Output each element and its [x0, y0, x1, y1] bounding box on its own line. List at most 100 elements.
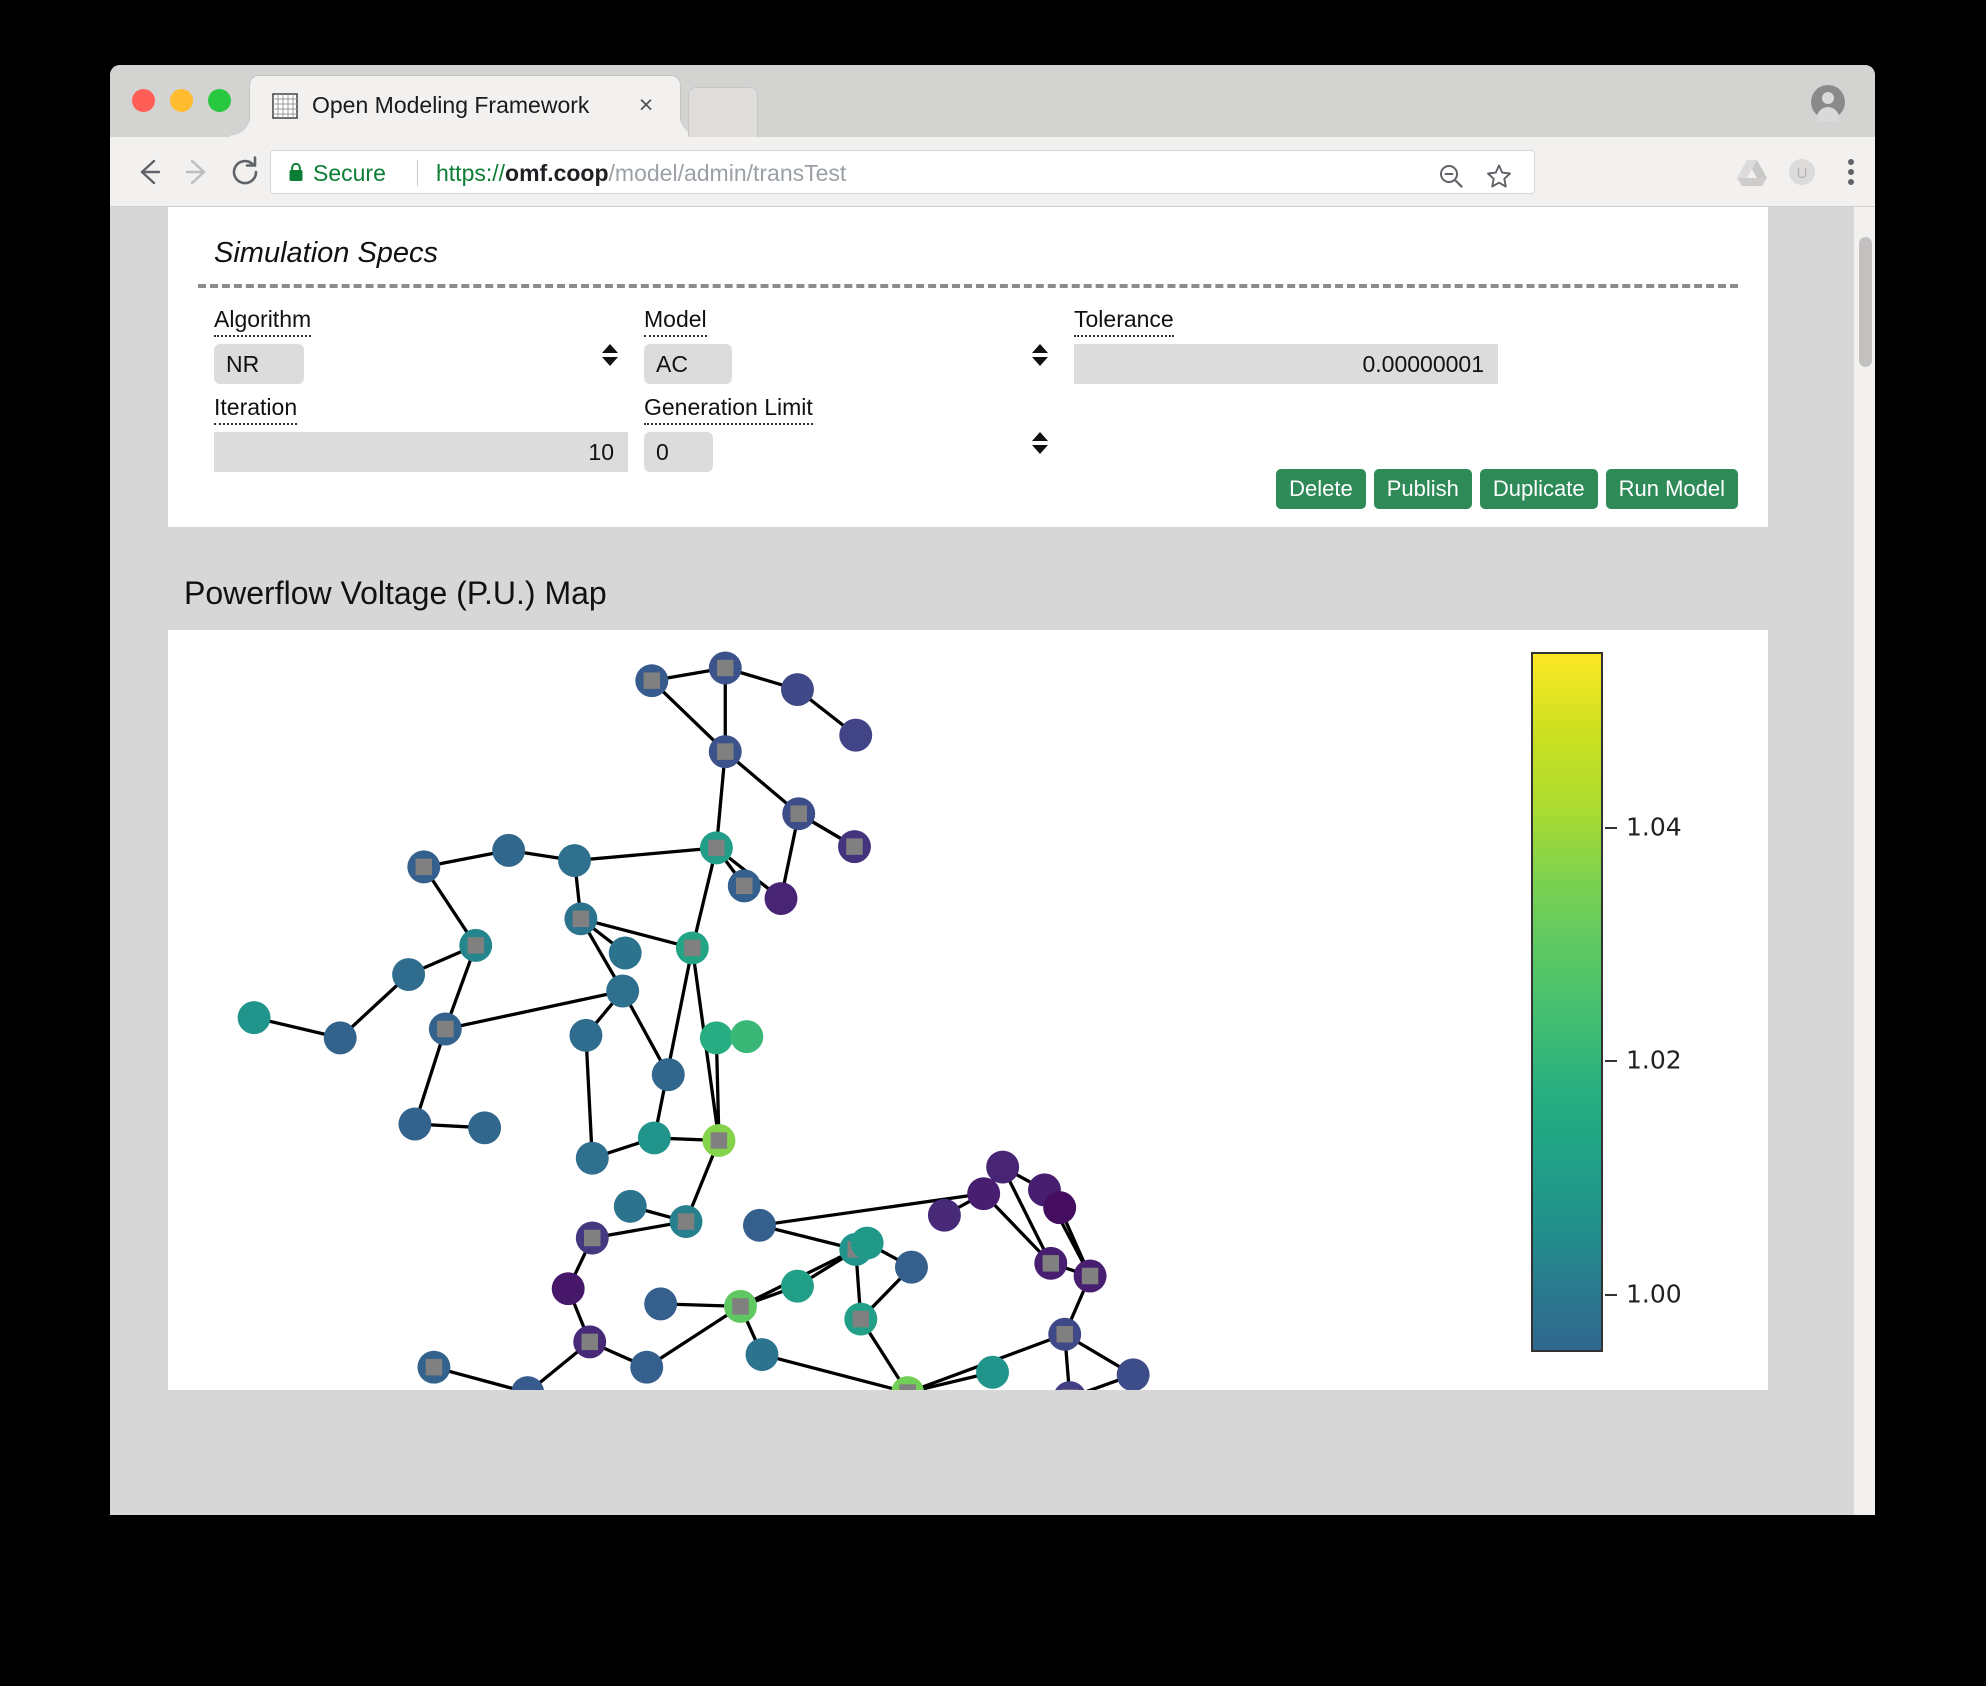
chart-title: Powerflow Voltage (P.U.) Map [184, 575, 607, 611]
u-extension-icon[interactable]: U [1787, 157, 1817, 187]
window-minimize-button[interactable] [170, 89, 193, 112]
graph-node[interactable] [743, 1208, 776, 1242]
graph-node-bus-marker [710, 1132, 728, 1149]
graph-node-bus-marker [852, 1310, 870, 1328]
panel-title: Simulation Specs [214, 237, 439, 269]
graph-node-bus-marker [717, 659, 734, 677]
graph-node[interactable] [511, 1376, 544, 1390]
graph-node[interactable] [781, 673, 814, 706]
browser-tab[interactable]: Open Modeling Framework × [230, 76, 700, 137]
graph-node[interactable] [468, 1111, 502, 1145]
graph-node[interactable] [392, 958, 426, 991]
three-dot-menu-icon[interactable] [1847, 155, 1855, 189]
back-arrow-icon[interactable] [132, 155, 166, 189]
graph-node[interactable] [613, 1189, 647, 1223]
graph-node[interactable] [398, 1107, 432, 1141]
graph-node[interactable] [1043, 1191, 1077, 1225]
model-select[interactable]: AC [644, 344, 732, 384]
delete-button[interactable]: Delete [1276, 469, 1366, 509]
graph-node[interactable] [608, 936, 642, 970]
graph-node[interactable] [492, 833, 526, 867]
vertical-scrollbar[interactable] [1853, 207, 1875, 1515]
window-maximize-button[interactable] [208, 89, 231, 112]
secure-badge-label: Secure [313, 160, 386, 186]
graph-node[interactable] [745, 1338, 779, 1371]
graph-node-bus-marker [732, 1298, 749, 1315]
window-close-button[interactable] [132, 89, 155, 112]
colorbar-tick [1605, 1060, 1617, 1063]
new-tab-button[interactable] [688, 87, 758, 137]
profile-avatar-icon[interactable] [1811, 85, 1845, 121]
graph-node-bus-marker [572, 910, 590, 928]
bookmark-star-icon[interactable] [1486, 163, 1512, 189]
graph-node[interactable] [644, 1287, 678, 1321]
graph-node[interactable] [558, 844, 591, 877]
graph-node-bus-marker [717, 743, 734, 760]
tolerance-input[interactable] [1074, 344, 1498, 384]
colorbar-tick-label: 1.04 [1626, 812, 1682, 842]
graph-node-bus-marker [581, 1333, 598, 1351]
graph-node[interactable] [569, 1018, 603, 1052]
label-iteration: Iteration [214, 394, 298, 425]
graph-node[interactable] [764, 882, 798, 915]
graph-node[interactable] [1116, 1358, 1150, 1390]
address-bar[interactable]: Secure https://omf.coop/model/admin/tran… [270, 150, 1535, 194]
scrollbar-thumb[interactable] [1859, 237, 1872, 367]
generation-limit-select[interactable]: 0 [644, 432, 713, 472]
field-model: Model AC [644, 306, 1058, 384]
page-content: Simulation Specs Algorithm NR Model AC T… [168, 207, 1768, 1390]
algorithm-select[interactable]: NR [214, 344, 304, 384]
graph-node[interactable] [976, 1355, 1009, 1389]
graph-node[interactable] [839, 718, 873, 752]
run-model-button[interactable]: Run Model [1605, 469, 1738, 509]
zoom-out-icon[interactable] [1438, 163, 1464, 189]
graph-node-bus-marker [1081, 1267, 1099, 1285]
graph-node[interactable] [551, 1272, 585, 1306]
tab-close-icon[interactable]: × [634, 93, 658, 118]
graph-node[interactable] [637, 1121, 671, 1155]
graph-node-bus-marker [425, 1358, 443, 1376]
colorbar-tick [1605, 1293, 1617, 1296]
colorbar-tick-label: 1.00 [1626, 1279, 1682, 1309]
graph-node[interactable] [967, 1177, 1001, 1211]
publish-button[interactable]: Publish [1373, 469, 1472, 509]
label-tolerance: Tolerance [1074, 306, 1174, 337]
panel-divider [198, 284, 1738, 288]
graph-node[interactable] [630, 1350, 664, 1384]
graph-node[interactable] [606, 974, 640, 1008]
iteration-input[interactable] [214, 432, 628, 472]
google-drive-icon[interactable] [1737, 157, 1767, 187]
browser-tab-strip: Open Modeling Framework × [110, 65, 1875, 137]
graph-node[interactable] [237, 1001, 271, 1035]
omnibox-divider [417, 160, 418, 186]
graph-node[interactable] [575, 1141, 609, 1175]
algorithm-spinner-icon [602, 344, 618, 374]
simulation-specs-panel: Simulation Specs Algorithm NR Model AC T… [168, 207, 1768, 527]
network-graph [237, 651, 1150, 1390]
graph-node[interactable] [895, 1250, 928, 1284]
url-text: https://omf.coop/model/admin/transTest [436, 160, 846, 187]
graph-node-bus-marker [899, 1384, 916, 1390]
colorbar-tick [1605, 827, 1617, 829]
duplicate-button[interactable]: Duplicate [1479, 469, 1598, 509]
forward-arrow-icon[interactable] [180, 155, 214, 189]
graph-node[interactable] [1053, 1381, 1086, 1390]
graph-node[interactable] [986, 1150, 1020, 1184]
label-model: Model [644, 306, 707, 337]
graph-node[interactable] [323, 1021, 357, 1055]
graph-node[interactable] [730, 1020, 764, 1054]
lock-icon [289, 163, 303, 181]
graph-node[interactable] [850, 1226, 884, 1260]
graph-node-bus-marker [684, 939, 701, 957]
graph-node-bus-marker [1056, 1326, 1073, 1343]
page-viewport: Simulation Specs Algorithm NR Model AC T… [110, 207, 1875, 1515]
field-iteration: Iteration [214, 394, 628, 472]
graph-node[interactable] [927, 1198, 961, 1232]
url-host: omf.coop [505, 160, 609, 186]
reload-icon[interactable] [228, 155, 262, 189]
generation-limit-spinner-icon [1032, 432, 1048, 462]
graph-node[interactable] [651, 1058, 685, 1092]
svg-text:U: U [1797, 165, 1808, 182]
graph-node[interactable] [699, 1021, 733, 1055]
graph-node[interactable] [781, 1269, 814, 1303]
